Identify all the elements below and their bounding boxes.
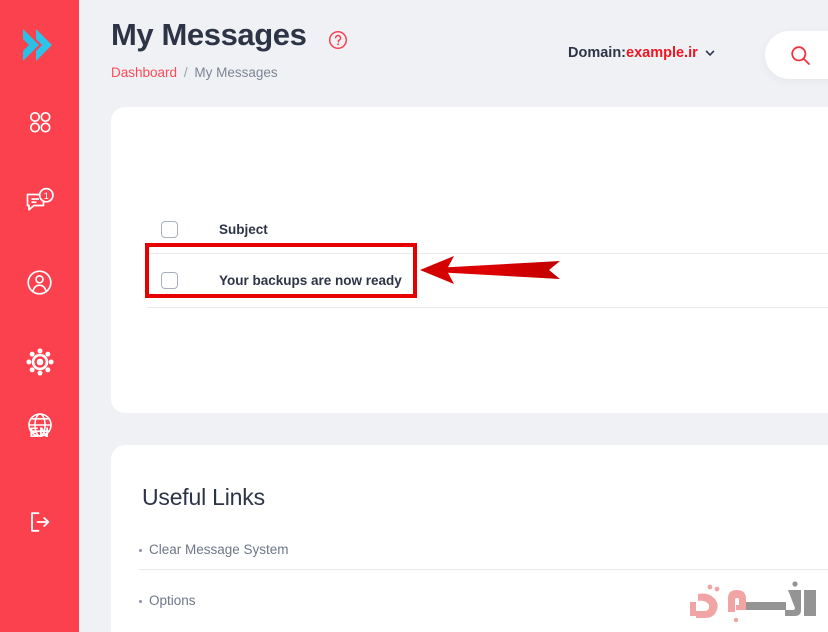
useful-links-card: Useful Links Clear Message System Option… [111, 445, 828, 632]
sidebar-item-messages[interactable]: 1 [0, 162, 79, 242]
question-circle-icon [328, 30, 348, 50]
useful-links-title: Useful Links [142, 484, 265, 510]
bullet-icon [139, 599, 142, 603]
useful-link-label: Options [149, 593, 196, 608]
select-all-checkbox[interactable] [161, 221, 178, 239]
messages-card: Subject Your backups are now ready [111, 107, 828, 413]
domain-value: example.ir [626, 45, 698, 61]
useful-link-label: Clear Message System [149, 542, 289, 557]
domain-selector[interactable]: Domain: example.ir [568, 45, 716, 61]
breadcrumb-current: My Messages [194, 65, 278, 80]
brand-logo[interactable] [0, 0, 79, 90]
sidebar-item-account[interactable] [0, 242, 79, 322]
sidebar-item-logout[interactable] [0, 482, 79, 562]
messages-table-head: Subject [147, 207, 828, 253]
bullet-icon [139, 548, 142, 552]
row-checkbox[interactable] [161, 271, 178, 289]
messages-table: Subject Your backups are now ready [147, 207, 828, 308]
page-title: My Messages [111, 17, 307, 52]
row-subject[interactable]: Your backups are now ready [219, 252, 828, 308]
globe-icon [27, 413, 52, 437]
useful-links-divider [139, 569, 828, 570]
domain-label: Domain: [568, 45, 626, 61]
row-select-cell [147, 252, 219, 308]
logout-arrow-icon [30, 511, 49, 532]
help-icon-wrapper[interactable] [328, 30, 348, 50]
message-bubble-icon: 1 [26, 187, 54, 211]
chevron-down-icon [704, 47, 716, 59]
messages-table-body: Your backups are now ready [147, 252, 828, 308]
sidebar-item-settings[interactable] [0, 322, 79, 402]
messages-badge-count: 1 [43, 191, 48, 201]
useful-link-clear-message-system[interactable]: Clear Message System [139, 542, 828, 557]
sidebar-item-language[interactable] [0, 402, 79, 448]
double-chevron-right-logo-icon [22, 29, 52, 61]
sidebar: 1 EN [0, 0, 79, 632]
select-all-header [147, 207, 219, 253]
sidebar-item-apps[interactable] [0, 82, 79, 162]
search-icon [790, 45, 811, 66]
gear-icon [25, 348, 54, 376]
grid-apps-icon [29, 111, 51, 133]
useful-link-options[interactable]: Options [139, 593, 828, 608]
breadcrumb-separator: / [183, 65, 188, 80]
app-root: 1 EN My Messages Dashboard / My Messages… [0, 0, 828, 632]
column-header-subject[interactable]: Subject [219, 207, 828, 253]
page-header: My Messages Dashboard / My Messages Doma… [79, 0, 828, 100]
table-row[interactable]: Your backups are now ready [147, 252, 828, 308]
user-circle-icon [27, 269, 52, 295]
breadcrumb-link-dashboard[interactable]: Dashboard [111, 65, 177, 80]
search-box[interactable] [765, 31, 828, 79]
table-header-row: Subject [147, 207, 828, 253]
breadcrumb: Dashboard / My Messages [111, 66, 278, 80]
